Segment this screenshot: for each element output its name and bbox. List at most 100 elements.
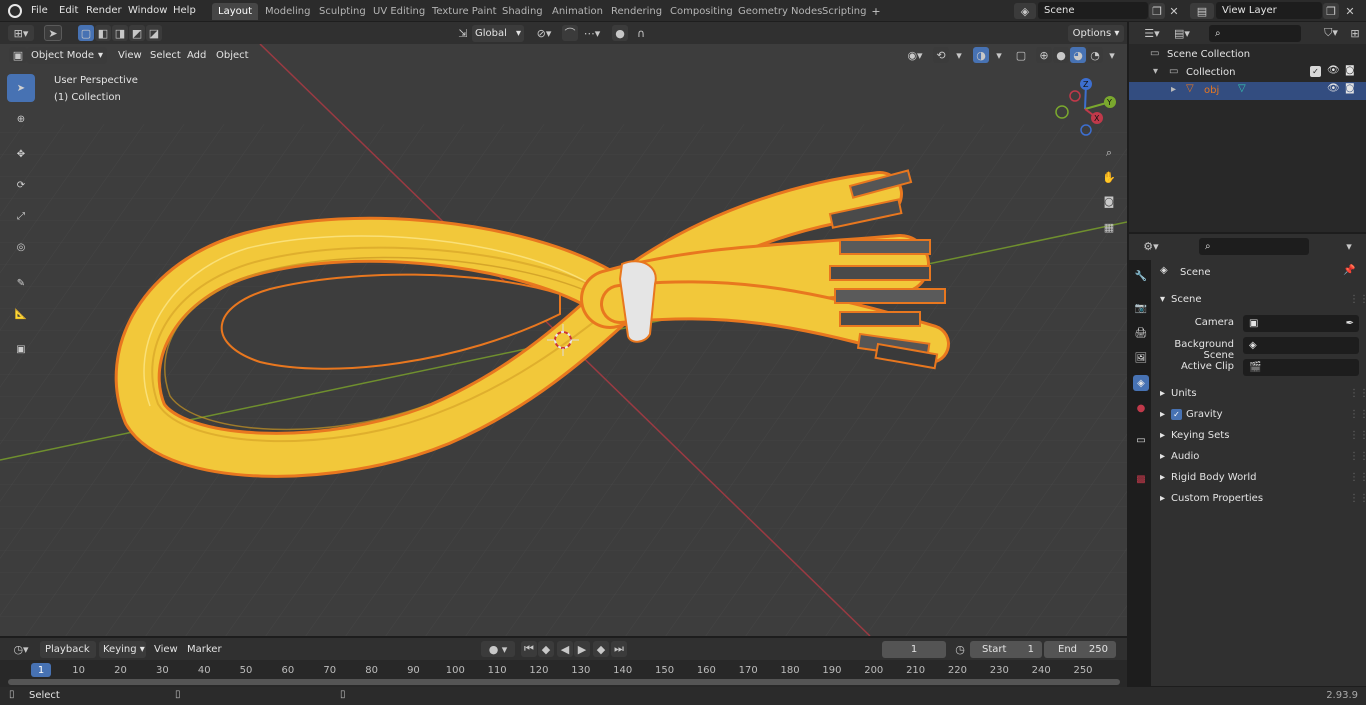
- tab-shading[interactable]: Shading: [496, 3, 549, 20]
- scale-tool-icon[interactable]: ⤢: [7, 202, 35, 230]
- tab-geometry-nodes[interactable]: Geometry Nodes: [732, 3, 828, 20]
- outliner-search-input[interactable]: ⌕: [1209, 25, 1301, 42]
- menu-window[interactable]: Window: [128, 0, 167, 22]
- expand-arrow-icon[interactable]: ▾: [1153, 66, 1158, 77]
- timeline-menu-view[interactable]: View: [154, 641, 178, 658]
- scene-panel-header[interactable]: ▾ Scene ⋮⋮: [1154, 289, 1366, 310]
- audio-panel[interactable]: ▸ Audio ⋮⋮: [1154, 446, 1366, 467]
- record-icon[interactable]: ● ▾: [481, 641, 515, 657]
- duplicate-scene-icon[interactable]: ❐: [1149, 3, 1165, 19]
- cursor-tool-icon[interactable]: ⊕: [7, 105, 35, 133]
- outliner-editor-type-icon[interactable]: ☰▾: [1140, 25, 1164, 41]
- viewport-3d[interactable]: ▣ Object Mode ▾ View Select Add Object ◉▾…: [0, 44, 1127, 636]
- display-mode-icon[interactable]: ▤▾: [1170, 25, 1194, 41]
- duplicate-view-layer-icon[interactable]: ❐: [1323, 3, 1339, 19]
- drag-handle-icon[interactable]: ⋮⋮: [1349, 467, 1366, 488]
- view-layer-tab-icon[interactable]: 🖼: [1133, 350, 1149, 366]
- drag-handle-icon[interactable]: ⋮⋮: [1349, 404, 1366, 425]
- blender-logo-icon[interactable]: [8, 4, 22, 18]
- rendered-shading-icon[interactable]: ◔: [1087, 47, 1103, 63]
- tab-sculpting[interactable]: Sculpting: [313, 3, 372, 20]
- menu-help[interactable]: Help: [173, 0, 196, 22]
- tab-animation[interactable]: Animation: [546, 3, 609, 20]
- perspective-toggle-icon[interactable]: ▦: [1100, 218, 1118, 236]
- stopwatch-icon[interactable]: ◷: [952, 641, 968, 657]
- expand-arrow-icon[interactable]: ▸: [1171, 84, 1176, 95]
- transform-tool-icon[interactable]: ◎: [7, 233, 35, 261]
- scene-tab-icon[interactable]: ◈: [1133, 375, 1149, 391]
- tab-rendering[interactable]: Rendering: [605, 3, 668, 20]
- timeline-scrollbar[interactable]: [8, 679, 1120, 685]
- viewport-menu-view[interactable]: View: [118, 47, 142, 64]
- tab-compositing[interactable]: Compositing: [664, 3, 739, 20]
- eye-icon[interactable]: 👁: [1327, 65, 1340, 76]
- units-panel[interactable]: ▸ Units ⋮⋮: [1154, 383, 1366, 404]
- viewport-menu-add[interactable]: Add: [187, 47, 206, 64]
- measure-tool-icon[interactable]: 📐: [7, 300, 35, 328]
- eye-icon[interactable]: 👁: [1327, 83, 1340, 94]
- falloff-icon[interactable]: ∩: [629, 25, 653, 41]
- timeline-editor-type-icon[interactable]: ◷▾: [8, 641, 34, 657]
- shading-dropdown-icon[interactable]: ▾: [1104, 47, 1120, 63]
- pin-icon[interactable]: 📌: [1343, 265, 1355, 276]
- play-icon[interactable]: ▶: [574, 641, 590, 657]
- menu-edit[interactable]: Edit: [59, 0, 78, 22]
- background-scene-field[interactable]: ◈: [1243, 337, 1359, 354]
- annotate-tool-icon[interactable]: ✎: [7, 269, 35, 297]
- outliner-row-scene-collection[interactable]: ▭ Scene Collection: [1129, 46, 1366, 64]
- world-tab-icon[interactable]: ●: [1133, 400, 1149, 416]
- snap-target-icon[interactable]: ⋯▾: [580, 25, 604, 41]
- collection-tab-icon[interactable]: ▭: [1133, 432, 1149, 448]
- viewport-menu-select[interactable]: Select: [150, 47, 181, 64]
- camera-render-icon[interactable]: ◙: [1345, 83, 1355, 94]
- active-clip-field[interactable]: 🎬: [1243, 359, 1359, 376]
- view-layer-field[interactable]: View Layer: [1216, 2, 1322, 19]
- tool-tab-icon[interactable]: 🔧: [1133, 268, 1149, 284]
- view-layer-selector-icon[interactable]: ▤: [1190, 3, 1214, 19]
- remove-scene-icon[interactable]: ✕: [1166, 3, 1182, 19]
- custom-properties-panel[interactable]: ▸ Custom Properties ⋮⋮: [1154, 488, 1366, 509]
- playback-dropdown[interactable]: Playback ▾: [40, 641, 96, 672]
- wireframe-shading-icon[interactable]: ⊕: [1036, 47, 1052, 63]
- material-shading-icon[interactable]: ◕: [1070, 47, 1086, 63]
- select-subtract-icon[interactable]: ◨: [112, 25, 128, 41]
- drag-handle-icon[interactable]: ⋮⋮: [1349, 446, 1366, 467]
- timeline-menu-marker[interactable]: Marker: [187, 641, 222, 658]
- options-dropdown[interactable]: Options ▾: [1068, 25, 1124, 42]
- properties-options-icon[interactable]: ▾: [1341, 238, 1357, 254]
- scene-selector-icon[interactable]: ◈: [1014, 3, 1036, 19]
- pivot-point-icon[interactable]: ⊘▾: [532, 25, 556, 41]
- drag-handle-icon[interactable]: ⋮⋮: [1349, 383, 1366, 404]
- next-keyframe-icon[interactable]: ◆: [593, 641, 609, 657]
- overlays-dropdown-icon[interactable]: ▾: [991, 47, 1007, 63]
- camera-field[interactable]: ▣ ✒: [1243, 315, 1359, 332]
- drag-handle-icon[interactable]: ⋮⋮: [1349, 488, 1366, 509]
- solid-shading-icon[interactable]: ●: [1053, 47, 1069, 63]
- render-tab-icon[interactable]: 📷: [1133, 300, 1149, 316]
- texture-tab-icon[interactable]: ▩: [1133, 471, 1149, 487]
- menu-render[interactable]: Render: [86, 0, 122, 22]
- select-extend-icon[interactable]: ◧: [95, 25, 111, 41]
- keying-dropdown[interactable]: Keying ▾: [99, 641, 146, 658]
- tab-scripting[interactable]: Scripting: [816, 3, 872, 20]
- keying-sets-panel[interactable]: ▸ Keying Sets ⋮⋮: [1154, 425, 1366, 446]
- select-invert-icon[interactable]: ◩: [129, 25, 145, 41]
- editor-type-icon[interactable]: ⊞▾: [8, 25, 34, 41]
- properties-search-input[interactable]: ⌕: [1199, 238, 1309, 255]
- tab-texture-paint[interactable]: Texture Paint: [426, 3, 503, 20]
- visibility-filter-icon[interactable]: ◉▾: [903, 47, 927, 63]
- menu-file[interactable]: File: [31, 0, 48, 22]
- transform-orientation-dropdown[interactable]: Global ▾: [472, 25, 524, 42]
- proportional-edit-icon[interactable]: ●: [612, 25, 628, 41]
- gravity-panel[interactable]: ▸ ✓ Gravity ⋮⋮: [1154, 404, 1366, 425]
- start-frame-field[interactable]: Start 1: [970, 641, 1042, 658]
- select-intersect-icon[interactable]: ◪: [146, 25, 162, 41]
- end-frame-field[interactable]: End 250: [1044, 641, 1116, 658]
- object-mode-dropdown[interactable]: Object Mode ▾: [27, 47, 107, 64]
- drag-handle-icon[interactable]: ⋮⋮: [1349, 425, 1366, 446]
- select-new-icon[interactable]: ▢: [78, 25, 94, 41]
- jump-end-icon[interactable]: ⏭: [611, 641, 627, 657]
- viewport-menu-object[interactable]: Object: [216, 47, 249, 64]
- camera-render-icon[interactable]: ◙: [1345, 65, 1355, 76]
- select-tool-icon[interactable]: ➤: [44, 25, 62, 41]
